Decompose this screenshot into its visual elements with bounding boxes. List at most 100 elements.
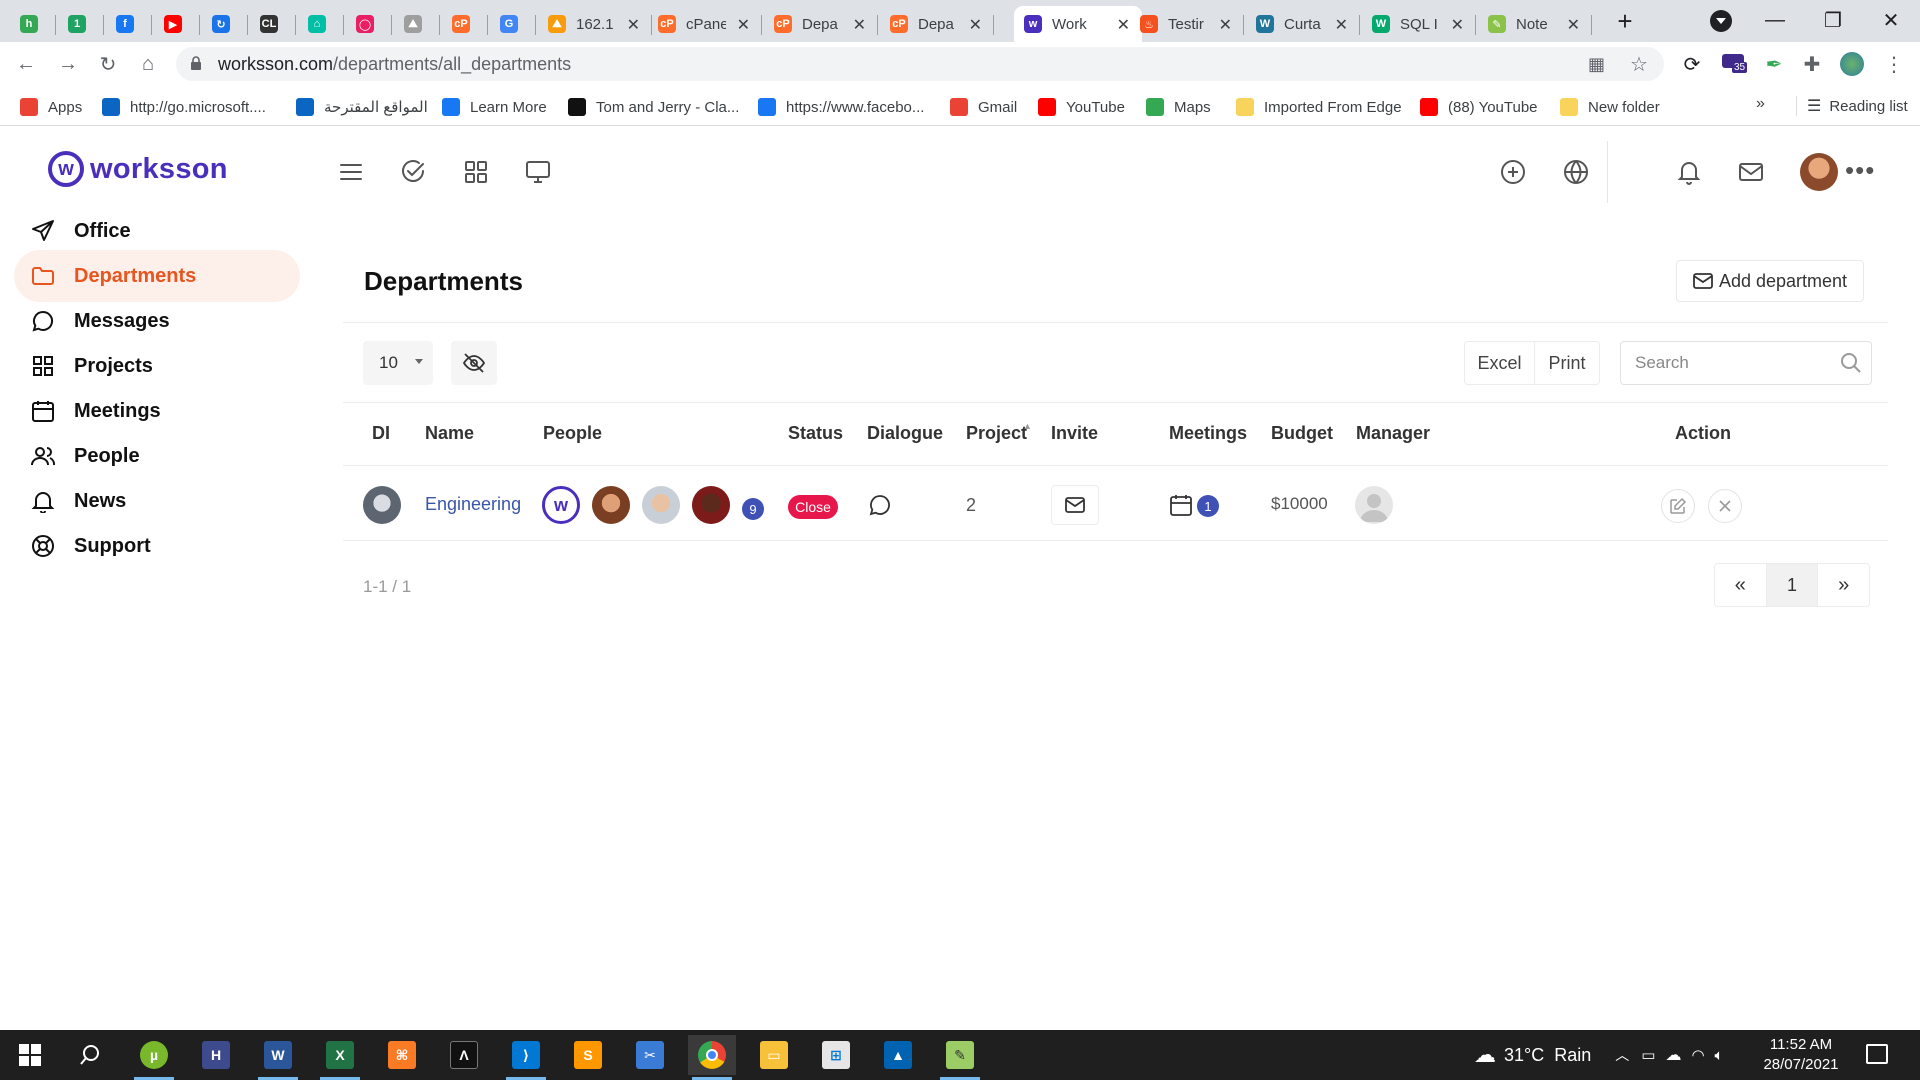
add-circle-icon[interactable] <box>1498 157 1528 187</box>
qr-code-icon[interactable]: ▦ <box>1588 54 1605 75</box>
browser-tab[interactable]: ▶ <box>154 6 200 42</box>
back-icon[interactable]: ← <box>12 50 40 78</box>
close-tab-icon[interactable]: ✕ <box>969 15 982 35</box>
hyper-app-icon[interactable]: H <box>192 1035 240 1075</box>
excel-button[interactable]: Excel <box>1465 342 1535 384</box>
extension-sync-icon[interactable]: ⟳ <box>1678 50 1706 78</box>
browser-tab[interactable]: W Curta ✕ <box>1246 6 1360 42</box>
utorrent-icon[interactable]: µ <box>130 1035 178 1080</box>
profile-avatar-icon[interactable] <box>1838 50 1866 78</box>
bookmarks-overflow-icon[interactable]: » <box>1756 95 1765 113</box>
apps-grid-icon[interactable] <box>461 157 491 187</box>
chrome-menu-icon[interactable]: ⋮ <box>1880 50 1908 78</box>
meetings-calendar-icon[interactable] <box>1169 493 1193 517</box>
show-hidden-icons-icon[interactable]: ︿ <box>1615 1045 1629 1065</box>
column-header[interactable]: Budget <box>1271 423 1333 444</box>
notepad-plus-icon[interactable]: ✎ <box>936 1035 984 1080</box>
photos-icon[interactable]: ▲ <box>874 1035 922 1075</box>
onedrive-cloud-icon[interactable]: ☁ <box>1665 1045 1681 1065</box>
sort-icon[interactable]: ▲ <box>1023 421 1032 431</box>
manager-avatar-placeholder[interactable] <box>1355 486 1393 524</box>
column-header[interactable]: Dialogue <box>867 423 943 444</box>
browser-tab[interactable]: cP <box>442 6 488 42</box>
close-window-icon[interactable]: ✕ <box>1868 0 1914 40</box>
worksson-logo[interactable]: w worksson <box>48 151 228 187</box>
restore-window-icon[interactable]: ❐ <box>1810 0 1856 40</box>
hamburger-menu-icon[interactable] <box>336 157 366 187</box>
bookmark-item[interactable]: Tom and Jerry - Cla... <box>568 96 739 118</box>
file-explorer-icon[interactable]: ▭ <box>750 1035 798 1075</box>
close-tab-icon[interactable]: ✕ <box>737 15 750 35</box>
close-tab-icon[interactable]: ✕ <box>1567 15 1580 35</box>
globe-icon[interactable] <box>1561 157 1591 187</box>
snipping-tool-icon[interactable]: ✂ <box>626 1035 674 1075</box>
bookmark-item[interactable]: https://www.facebo... <box>758 96 924 118</box>
browser-tab[interactable]: ◯ <box>346 6 392 42</box>
monitor-icon[interactable] <box>523 157 553 187</box>
bookmark-item[interactable]: Apps <box>20 96 82 118</box>
column-visibility-button[interactable] <box>451 341 497 385</box>
volume-icon[interactable]: 🔈︎ <box>1715 1047 1724 1064</box>
column-header[interactable]: People <box>543 423 602 444</box>
column-header[interactable]: Manager <box>1356 423 1430 444</box>
excel-icon[interactable]: X <box>316 1035 364 1080</box>
column-header[interactable]: DI <box>372 423 390 444</box>
close-tab-icon[interactable]: ✕ <box>1219 15 1232 35</box>
page-size-select[interactable]: 10 <box>363 341 433 385</box>
wifi-icon[interactable]: ◠ <box>1691 1046 1704 1064</box>
mail-envelope-icon[interactable] <box>1736 157 1766 187</box>
bookmark-item[interactable]: Gmail <box>950 96 1017 118</box>
browser-tab[interactable]: W SQL I ✕ <box>1362 6 1476 42</box>
arduino-ide-icon[interactable]: Λ <box>440 1035 488 1075</box>
current-page-button[interactable]: 1 <box>1765 564 1819 606</box>
bookmark-item[interactable]: المواقع المقترحة <box>296 96 428 118</box>
home-icon[interactable]: ⌂ <box>134 50 162 78</box>
browser-tab[interactable]: ⌂ <box>298 6 344 42</box>
battery-icon[interactable]: ▭ <box>1641 1046 1655 1064</box>
browser-tab[interactable]: ♨ Testir ✕ <box>1130 6 1244 42</box>
column-header[interactable]: Status <box>788 423 843 444</box>
browser-tab[interactable]: ⛰ 162.1 ✕ <box>538 6 652 42</box>
people-more-count[interactable]: 9 <box>742 498 764 520</box>
people-avatar[interactable] <box>642 486 680 524</box>
word-icon[interactable]: W <box>254 1035 302 1080</box>
column-header[interactable]: Project <box>966 423 1027 444</box>
minimize-window-icon[interactable]: — <box>1752 0 1798 40</box>
bookmark-item[interactable]: (88) YouTube <box>1420 96 1538 118</box>
delete-button[interactable] <box>1708 489 1742 523</box>
browser-tab[interactable]: ⛰ <box>394 6 440 42</box>
browser-tab[interactable]: CL <box>250 6 296 42</box>
close-tab-icon[interactable]: ✕ <box>1117 15 1130 35</box>
tab-search-icon[interactable] <box>1710 10 1732 32</box>
bookmark-item[interactable]: Learn More <box>442 96 547 118</box>
weather-rain-icon[interactable]: ☁ <box>1474 1042 1496 1068</box>
column-header[interactable]: Invite <box>1051 423 1098 444</box>
status-badge[interactable]: Close <box>788 495 838 519</box>
chrome-icon[interactable] <box>688 1035 736 1080</box>
action-center-icon[interactable] <box>1866 1044 1888 1064</box>
browser-tab[interactable]: cP Depa ✕ <box>764 6 878 42</box>
column-header[interactable]: Name <box>425 423 474 444</box>
browser-tab[interactable]: h <box>10 6 56 42</box>
column-header[interactable]: Meetings <box>1169 423 1247 444</box>
close-tab-icon[interactable]: ✕ <box>1335 15 1348 35</box>
close-tab-icon[interactable]: ✕ <box>853 15 866 35</box>
new-tab-button[interactable]: + <box>1610 6 1640 36</box>
browser-tab[interactable]: G <box>490 6 536 42</box>
browser-tab[interactable]: ↻ <box>202 6 248 42</box>
user-avatar[interactable] <box>1800 153 1838 191</box>
previous-page-button[interactable]: « <box>1715 564 1766 606</box>
sublime-text-icon[interactable]: S <box>564 1035 612 1075</box>
tasks-check-icon[interactable] <box>398 157 428 187</box>
extensions-puzzle-icon[interactable]: ✚ <box>1798 50 1826 78</box>
column-header[interactable]: Action <box>1675 423 1731 444</box>
weather-temp[interactable]: 31°C <box>1504 1045 1544 1066</box>
browser-tab[interactable]: f <box>106 6 152 42</box>
browser-tab[interactable]: w Work ✕ <box>1014 6 1142 42</box>
close-tab-icon[interactable]: ✕ <box>627 15 640 35</box>
next-page-button[interactable]: » <box>1818 564 1869 606</box>
close-tab-icon[interactable]: ✕ <box>1451 15 1464 35</box>
more-options-icon[interactable]: ••• <box>1845 155 1875 186</box>
dialogue-chat-icon[interactable] <box>868 493 892 517</box>
browser-tab[interactable]: cP cPane ✕ <box>648 6 762 42</box>
